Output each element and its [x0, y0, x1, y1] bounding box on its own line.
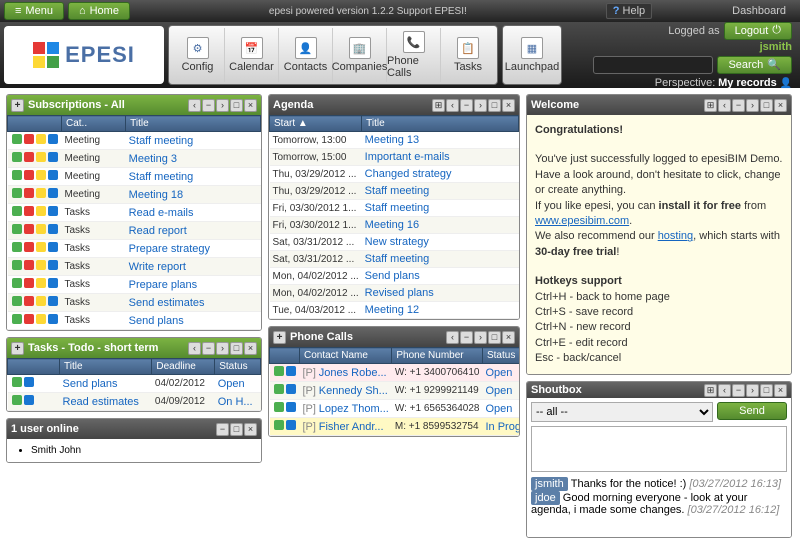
tool-phone calls[interactable]: 📞Phone Calls — [387, 28, 441, 82]
calendar-icon: 📅 — [241, 37, 263, 59]
contacts-icon: 👤 — [295, 37, 317, 59]
agenda-row[interactable]: Tue, 04/03/2012 ...Meeting 12 — [270, 302, 519, 319]
add-subscription-button[interactable]: + — [11, 99, 24, 112]
version-text: epesi powered version 1.2.2 Support EPES… — [130, 6, 606, 17]
agenda-row[interactable]: Tomorrow, 13:00Meeting 13 — [270, 132, 519, 149]
panel-controls[interactable]: ⊞‹−›□× — [704, 99, 787, 112]
subscription-row[interactable]: TasksSend estimates — [8, 294, 261, 312]
companies-icon: 🏢 — [349, 37, 371, 59]
panel-controls[interactable]: ⊞‹−›□× — [432, 99, 515, 112]
subscription-row[interactable]: MeetingMeeting 18 — [8, 186, 261, 204]
shout-message: jsmithThanks for the notice! :) [03/27/2… — [531, 478, 787, 490]
panel-controls[interactable]: ‹−›□× — [446, 331, 515, 344]
shout-send-button[interactable]: Send — [717, 402, 787, 420]
online-title: 1 user online — [11, 423, 212, 435]
subscription-row[interactable]: TasksRead report — [8, 222, 261, 240]
welcome-title: Welcome — [531, 99, 700, 111]
panel-controls[interactable]: ‹−›□× — [188, 342, 257, 355]
tool-tasks[interactable]: 📋Tasks — [441, 28, 495, 82]
task-row[interactable]: Read estimates04/09/2012On H... — [8, 393, 261, 411]
epesi-link[interactable]: www.epesibim.com — [535, 215, 629, 227]
tasks-title: Tasks - Todo - short term — [28, 342, 184, 354]
online-user: Smith John — [31, 445, 247, 456]
shout-target-select[interactable]: -- all -- — [531, 402, 713, 422]
phonecall-row[interactable]: [P] Kennedy Sh...W: +1 9299921149Open — [270, 382, 520, 400]
username: jsmith — [760, 41, 792, 53]
logo: EPESI — [4, 26, 164, 84]
home-button[interactable]: ⌂ Home — [68, 2, 130, 20]
subscription-row[interactable]: TasksRead e-mails — [8, 204, 261, 222]
subscription-row[interactable]: MeetingStaff meeting — [8, 132, 261, 150]
tool-contacts[interactable]: 👤Contacts — [279, 28, 333, 82]
agenda-title: Agenda — [273, 99, 428, 111]
task-row[interactable]: Send plans04/02/2012Open — [8, 375, 261, 393]
welcome-body: Congratulations! You've just successfull… — [527, 115, 791, 374]
phone-title: Phone Calls — [290, 331, 442, 343]
subscription-row[interactable]: TasksSend plans — [8, 312, 261, 330]
hosting-link[interactable]: hosting — [658, 230, 693, 242]
logout-button[interactable]: Logout ⏻ — [724, 22, 792, 40]
panel-controls[interactable]: ‹−›□× — [188, 99, 257, 112]
tool-companies[interactable]: 🏢Companies — [333, 28, 387, 82]
panel-controls[interactable]: ⊞‹−›□× — [704, 384, 787, 397]
launchpad-icon: ▦ — [521, 37, 543, 59]
help-button[interactable]: ? Help — [606, 3, 652, 19]
subscription-row[interactable]: TasksWrite report — [8, 258, 261, 276]
launchpad-button[interactable]: ▦ Launchpad — [505, 28, 559, 82]
agenda-row[interactable]: Tomorrow, 15:00Important e-mails — [270, 149, 519, 166]
subscription-row[interactable]: MeetingMeeting 3 — [8, 150, 261, 168]
dashboard-label: Dashboard — [732, 5, 786, 17]
agenda-row[interactable]: Mon, 04/02/2012 ...Revised plans — [270, 285, 519, 302]
tool-config[interactable]: ⚙Config — [171, 28, 225, 82]
subscriptions-title: Subscriptions - All — [28, 99, 184, 111]
shout-input[interactable] — [531, 426, 787, 472]
agenda-row[interactable]: Fri, 03/30/2012 1...Staff meeting — [270, 200, 519, 217]
agenda-row[interactable]: Sat, 03/31/2012 ...Staff meeting — [270, 251, 519, 268]
add-task-button[interactable]: + — [11, 342, 24, 355]
agenda-row[interactable]: Thu, 03/29/2012 ...Staff meeting — [270, 183, 519, 200]
tool-calendar[interactable]: 📅Calendar — [225, 28, 279, 82]
panel-controls[interactable]: −□× — [216, 423, 257, 436]
agenda-row[interactable]: Fri, 03/30/2012 1...Meeting 16 — [270, 217, 519, 234]
phonecall-row[interactable]: [P] Jones Robe...W: +1 3400706410Open — [270, 364, 520, 382]
menu-button[interactable]: ≡ Menu — [4, 2, 64, 20]
phonecall-row[interactable]: [P] Fisher Andr...M: +1 8599532754In Pro… — [270, 418, 520, 436]
subscription-row[interactable]: MeetingStaff meeting — [8, 168, 261, 186]
agenda-row[interactable]: Thu, 03/29/2012 ...Changed strategy — [270, 166, 519, 183]
phone calls-icon: 📞 — [403, 31, 425, 53]
search-button[interactable]: Search 🔍 — [717, 56, 792, 74]
search-input[interactable] — [593, 56, 713, 74]
subscription-row[interactable]: TasksPrepare plans — [8, 276, 261, 294]
perspective[interactable]: Perspective: My records 👤 — [655, 77, 792, 89]
logged-as-label: Logged as — [668, 25, 719, 37]
phonecall-row[interactable]: [P] Lopez Thom...W: +1 6565364028Open — [270, 400, 520, 418]
shout-message: jdoeGood morning everyone - look at your… — [531, 492, 787, 516]
subscription-row[interactable]: TasksPrepare strategy — [8, 240, 261, 258]
agenda-row[interactable]: Sat, 03/31/2012 ...New strategy — [270, 234, 519, 251]
config-icon: ⚙ — [187, 37, 209, 59]
tasks-icon: 📋 — [457, 37, 479, 59]
shoutbox-title: Shoutbox — [531, 384, 700, 396]
agenda-row[interactable]: Mon, 04/02/2012 ...Send plans — [270, 268, 519, 285]
add-phonecall-button[interactable]: + — [273, 331, 286, 344]
